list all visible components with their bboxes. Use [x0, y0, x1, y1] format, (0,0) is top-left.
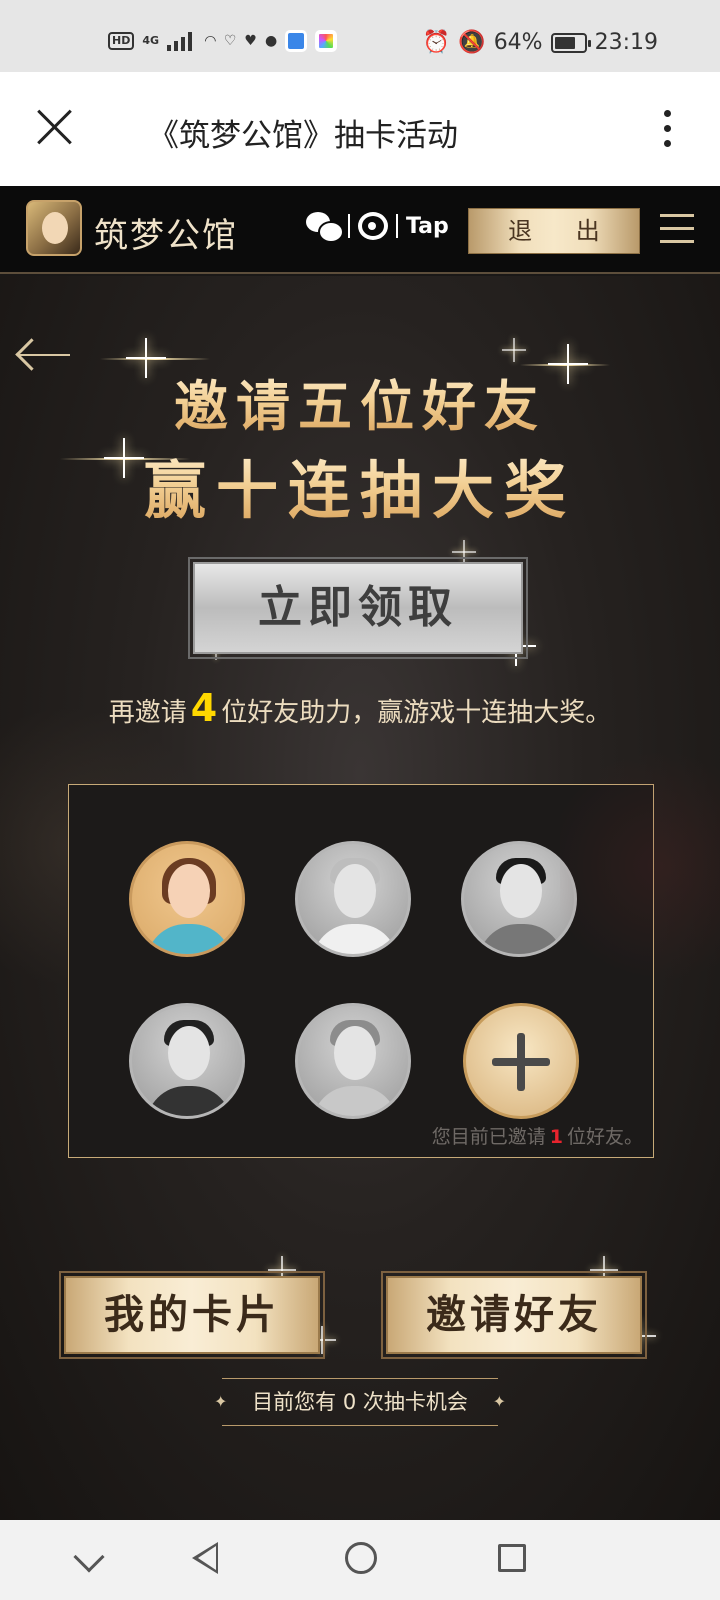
- invited-prefix: 您目前已邀请: [431, 1126, 546, 1148]
- invite-friends-button[interactable]: 邀请好友: [381, 1271, 647, 1359]
- hamburger-icon[interactable]: [660, 214, 694, 244]
- friend-avatar-empty: [295, 1003, 411, 1119]
- mute-icon: 🔕: [458, 30, 486, 55]
- invited-count: 1: [549, 1126, 563, 1148]
- site-header: 筑梦公馆 Tap 退 出: [0, 186, 720, 274]
- battery-icon: [550, 32, 591, 53]
- status-bar: HD 4G ◠ ♡ ♥ ● ⏰ 🔕 64% 23:19: [0, 0, 720, 72]
- taptap-link[interactable]: Tap: [406, 214, 449, 239]
- back-icon[interactable]: [192, 1542, 218, 1574]
- friend-avatar-empty: [461, 841, 577, 957]
- friends-panel: 您目前已邀请 1 位好友。: [68, 784, 654, 1158]
- heart-icon: ♥: [244, 33, 257, 49]
- network-type-icon: 4G: [142, 34, 160, 47]
- social-links: Tap: [306, 212, 449, 243]
- app-icon: [315, 30, 338, 52]
- status-right-icons: ⏰ 🔕 64% 23:19: [423, 30, 658, 55]
- weibo-icon[interactable]: [358, 212, 388, 240]
- hd-icon: HD: [108, 32, 135, 50]
- battery-percent: 64%: [493, 30, 543, 55]
- invite-prefix: 再邀请: [108, 698, 187, 728]
- friend-avatar-empty: [295, 841, 411, 957]
- signal-icon: [167, 31, 197, 51]
- close-icon[interactable]: [36, 108, 74, 146]
- clock: 23:19: [594, 30, 658, 55]
- alarm-icon: ⏰: [422, 30, 451, 55]
- headline-prize: 赢十连抽大奖: [0, 440, 720, 530]
- friend-avatar-invited: [129, 841, 245, 957]
- invite-remaining-count: 4: [190, 686, 218, 730]
- more-vertical-icon[interactable]: [660, 110, 674, 150]
- divider: [348, 214, 350, 238]
- star-icon: ✦: [214, 1392, 228, 1411]
- system-nav-bar: [0, 1520, 720, 1600]
- page-title: 《筑梦公馆》抽卡活动: [148, 118, 458, 154]
- health-icon: ♡: [223, 33, 237, 49]
- site-logo-text[interactable]: 筑梦公馆: [94, 208, 238, 257]
- status-left-icons: HD 4G ◠ ♡ ♥ ●: [108, 30, 338, 52]
- add-friend-button[interactable]: [463, 1003, 579, 1119]
- home-icon[interactable]: [345, 1542, 377, 1574]
- wechat-icon[interactable]: [306, 212, 344, 243]
- invited-count-note: 您目前已邀请 1 位好友。: [432, 1122, 643, 1149]
- invited-suffix: 位好友。: [566, 1126, 643, 1148]
- sparkle-icon: [452, 540, 476, 564]
- headline-invite: 邀请五位好友: [0, 362, 720, 441]
- logout-button[interactable]: 退 出: [468, 208, 640, 254]
- event-main: 邀请五位好友 赢十连抽大奖 立即领取 再邀请 4 位好友助力，赢游戏十连抽大奖。 您…: [0, 276, 720, 1520]
- app-icon: [285, 30, 308, 52]
- chat-icon: ●: [264, 33, 278, 49]
- my-cards-button[interactable]: 我的卡片: [59, 1271, 325, 1359]
- divider: [396, 214, 398, 238]
- wifi-icon: ◠: [205, 33, 216, 49]
- draw-chances-banner: ✦ 目前您有 0 次抽卡机会 ✦: [214, 1378, 506, 1426]
- friend-avatar-empty: [129, 1003, 245, 1119]
- browser-title-bar: 《筑梦公馆》抽卡活动: [0, 72, 720, 186]
- recents-icon[interactable]: [498, 1544, 526, 1572]
- invite-progress-text: 再邀请 4 位好友助力，赢游戏十连抽大奖。: [0, 686, 720, 730]
- draw-chances-text: 目前您有 0 次抽卡机会: [252, 1390, 468, 1414]
- star-icon: ✦: [492, 1392, 506, 1411]
- claim-now-button[interactable]: 立即领取: [188, 557, 528, 659]
- invite-suffix: 位好友助力，赢游戏十连抽大奖。: [221, 698, 612, 728]
- game-logo-icon[interactable]: [26, 200, 82, 256]
- sparkle-icon: [502, 338, 526, 362]
- chevron-down-icon[interactable]: [73, 1541, 105, 1573]
